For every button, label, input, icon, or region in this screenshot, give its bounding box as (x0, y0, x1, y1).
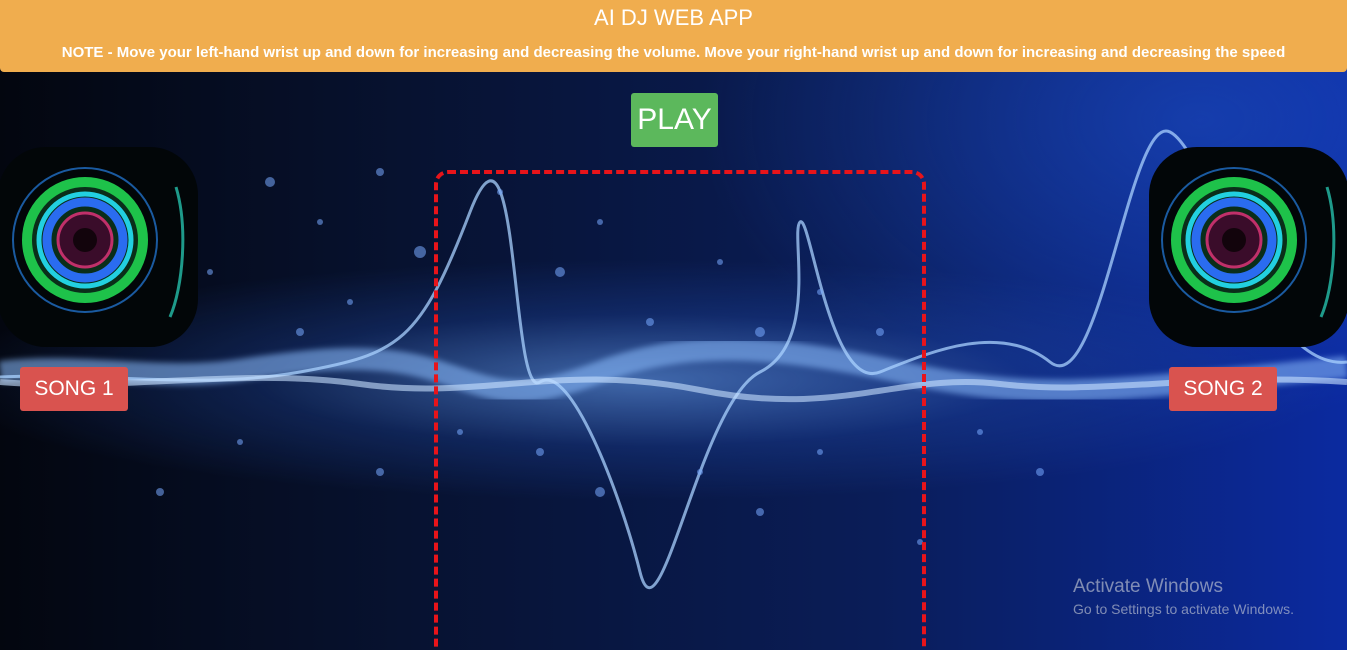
instruction-note: NOTE - Move your left-hand wrist up and … (61, 44, 1286, 61)
app-header: AI DJ WEB APP NOTE - Move your left-hand… (0, 0, 1347, 72)
watermark-subtitle: Go to Settings to activate Windows. (1073, 601, 1294, 617)
watermark-title: Activate Windows (1073, 576, 1223, 597)
app-title: AI DJ WEB APP (594, 5, 753, 30)
windows-activation-watermark: Activate Windows Go to Settings to activ… (1073, 576, 1294, 618)
speaker-right-icon (1149, 147, 1347, 347)
speaker-left-icon (0, 147, 198, 347)
webcam-canvas-frame (434, 170, 926, 650)
play-button[interactable]: PLAY (631, 93, 718, 147)
song2-button[interactable]: SONG 2 (1169, 367, 1277, 411)
song1-button[interactable]: SONG 1 (20, 367, 128, 411)
